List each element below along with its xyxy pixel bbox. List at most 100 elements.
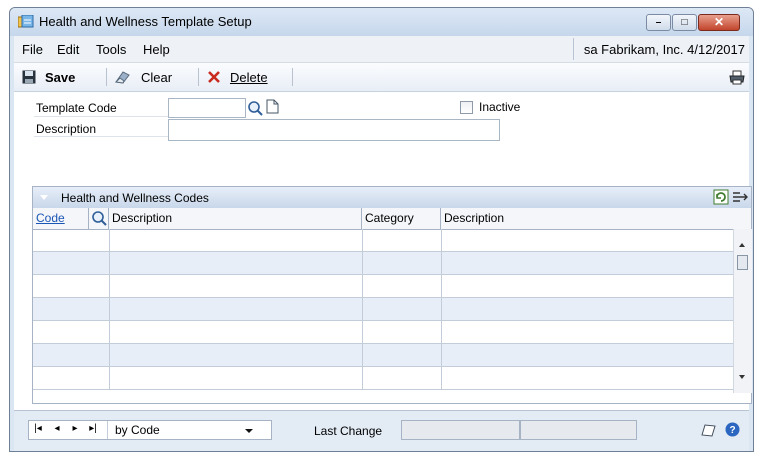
company-user-date: sa Fabrikam, Inc. 4/12/2017	[583, 42, 745, 57]
chevron-down-icon[interactable]	[245, 429, 253, 433]
description-field[interactable]	[168, 119, 500, 141]
menu-tools[interactable]: Tools	[96, 42, 126, 57]
cell-category-description[interactable]	[441, 229, 733, 251]
cell-code[interactable]	[33, 275, 110, 297]
grid-body	[33, 229, 733, 393]
table-row[interactable]	[33, 252, 733, 275]
delete-button[interactable]: Delete	[207, 68, 268, 86]
clear-button[interactable]: Clear	[114, 68, 173, 86]
table-row[interactable]	[33, 275, 733, 298]
minimize-icon: –	[655, 17, 662, 28]
save-button[interactable]: Save	[22, 68, 75, 86]
cell-category[interactable]	[362, 298, 442, 320]
col-category[interactable]: Category	[362, 208, 441, 229]
cell-category[interactable]	[362, 344, 442, 366]
scroll-thumb[interactable]	[737, 255, 748, 270]
col-code[interactable]: Code	[33, 208, 89, 229]
col-code-lookup[interactable]	[89, 208, 109, 229]
cell-category[interactable]	[362, 321, 442, 343]
cell-category[interactable]	[362, 252, 442, 274]
cell-code[interactable]	[33, 367, 110, 389]
table-row[interactable]	[33, 367, 733, 390]
cell-category[interactable]	[362, 229, 442, 251]
scroll-down-arrow-icon[interactable]	[739, 375, 745, 379]
cell-description[interactable]	[109, 344, 363, 366]
cell-code[interactable]	[33, 298, 110, 320]
clear-label: Clear	[141, 69, 173, 85]
table-row[interactable]	[33, 344, 733, 367]
main-window: Health and Wellness Template Setup – □ ✕…	[9, 7, 754, 452]
next-record-button[interactable]: ▸	[68, 423, 82, 434]
toolbar-separator	[292, 68, 293, 86]
description-label: Description	[36, 122, 97, 136]
grid-refresh-icon[interactable]	[713, 189, 729, 205]
inactive-checkbox[interactable]	[460, 101, 473, 114]
cell-code[interactable]	[33, 321, 110, 343]
toolbar-separator	[106, 68, 107, 86]
first-record-button[interactable]: |◂	[31, 423, 45, 434]
maximize-button[interactable]: □	[672, 14, 697, 31]
menu-separator	[573, 38, 574, 60]
cell-description[interactable]	[109, 275, 363, 297]
nav-divider	[107, 421, 108, 439]
cell-description[interactable]	[109, 229, 363, 251]
cell-category-description[interactable]	[441, 367, 733, 389]
grid-expand-rows-icon[interactable]	[732, 190, 749, 205]
floppy-disk-icon	[22, 70, 36, 84]
cell-category[interactable]	[362, 367, 442, 389]
menu-help[interactable]: Help	[143, 42, 170, 57]
help-icon[interactable]: ?	[725, 422, 740, 437]
cell-category-description[interactable]	[441, 252, 733, 274]
cell-category-description[interactable]	[441, 275, 733, 297]
maximize-icon: □	[681, 17, 688, 28]
window-title: Health and Wellness Template Setup	[39, 14, 252, 29]
new-document-icon[interactable]	[266, 99, 279, 114]
cell-category-description[interactable]	[441, 321, 733, 343]
cell-category-description[interactable]	[441, 344, 733, 366]
printer-icon	[729, 70, 745, 85]
close-button[interactable]: ✕	[698, 14, 740, 31]
table-row[interactable]	[33, 298, 733, 321]
expand-chevron-icon[interactable]	[40, 195, 48, 200]
scroll-up-arrow-icon[interactable]	[739, 243, 745, 247]
menu-edit[interactable]: Edit	[57, 42, 79, 57]
column-lookup-magnifier-icon[interactable]	[91, 210, 107, 226]
col-description-label: Description	[112, 211, 173, 225]
toolbar: Save Clear Delete	[14, 63, 749, 92]
title-bar[interactable]: Health and Wellness Template Setup – □ ✕	[10, 8, 753, 36]
col-category-description[interactable]: Description	[441, 208, 751, 229]
cell-description[interactable]	[109, 252, 363, 274]
last-change-field-1	[401, 420, 520, 440]
table-row[interactable]	[33, 321, 733, 344]
note-icon[interactable]	[700, 423, 716, 437]
close-icon: ✕	[713, 15, 725, 29]
minimize-button[interactable]: –	[646, 14, 671, 31]
cell-category-description[interactable]	[441, 298, 733, 320]
delete-label: Delete	[230, 69, 268, 85]
grid-vertical-scrollbar[interactable]	[733, 229, 752, 393]
save-label: Save	[45, 69, 76, 85]
cell-code[interactable]	[33, 229, 110, 251]
template-code-label: Template Code	[36, 101, 117, 115]
menu-file[interactable]: File	[22, 42, 43, 57]
last-record-button[interactable]: ▸|	[86, 423, 100, 434]
cell-code[interactable]	[33, 252, 110, 274]
delete-x-icon	[207, 70, 221, 84]
grid-title-bar: Health and Wellness Codes	[33, 187, 751, 209]
template-setup-icon	[17, 14, 34, 29]
col-description[interactable]: Description	[109, 208, 362, 229]
cell-category[interactable]	[362, 275, 442, 297]
cell-description[interactable]	[109, 367, 363, 389]
health-wellness-codes-grid: Health and Wellness Codes Code Descripti…	[32, 186, 752, 404]
cell-description[interactable]	[109, 298, 363, 320]
col-category-label: Category	[365, 211, 414, 225]
sort-by-select[interactable]: by Code	[115, 423, 160, 437]
grid-title: Health and Wellness Codes	[61, 191, 209, 205]
table-row[interactable]	[33, 229, 733, 252]
cell-code[interactable]	[33, 344, 110, 366]
print-button[interactable]	[729, 68, 745, 86]
previous-record-button[interactable]: ◂	[50, 423, 64, 434]
template-code-field[interactable]	[168, 98, 246, 118]
template-code-lookup-magnifier-icon[interactable]	[247, 100, 263, 116]
cell-description[interactable]	[109, 321, 363, 343]
